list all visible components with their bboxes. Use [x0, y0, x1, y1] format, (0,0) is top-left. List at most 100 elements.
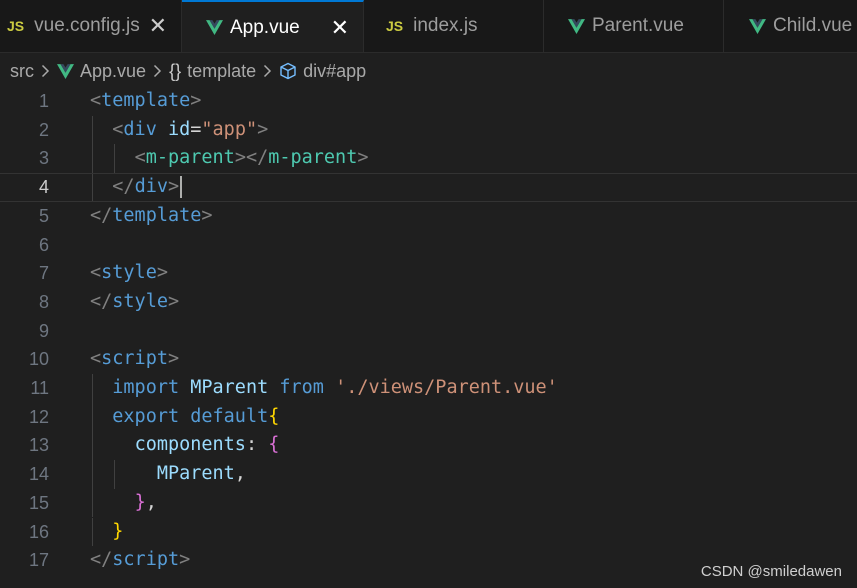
- code-text: <script>: [90, 345, 179, 374]
- vue-file-icon: [57, 63, 74, 79]
- line-number: 16: [28, 521, 49, 542]
- code-line[interactable]: 12 export default{: [0, 402, 857, 432]
- code-token: style: [101, 262, 157, 284]
- code-token: ,: [234, 463, 246, 485]
- line-number: 14: [28, 464, 49, 485]
- breadcrumb-file-app-vue[interactable]: App.vue: [57, 61, 146, 82]
- cube-icon: [279, 62, 297, 80]
- code-line[interactable]: 11 import MParent from './views/Parent.v…: [0, 374, 857, 403]
- code-text: <m-parent></m-parent>: [90, 144, 369, 173]
- tab-label: Parent.vue: [592, 15, 684, 36]
- code-token: m-parent: [145, 147, 235, 169]
- code-token: >: [167, 290, 180, 312]
- line-number: 3: [38, 148, 49, 169]
- code-token: :: [245, 434, 269, 456]
- code-token: {: [268, 434, 280, 456]
- tab-index-js[interactable]: JS index.js: [364, 0, 544, 52]
- code-line[interactable]: 13 components: {: [0, 431, 857, 461]
- breadcrumb-template[interactable]: {} template: [169, 61, 256, 82]
- line-number: 12: [28, 406, 49, 427]
- code-token: ></: [234, 147, 269, 169]
- code-token: >: [357, 147, 369, 169]
- code-token: >: [167, 176, 180, 198]
- code-line[interactable]: 10 <script>: [0, 345, 857, 374]
- chevron-right-icon: [153, 64, 162, 78]
- code-token: =: [190, 118, 202, 140]
- code-token: m-parent: [268, 147, 358, 169]
- code-token: >: [201, 204, 213, 226]
- code-text: <template>: [90, 87, 201, 116]
- line-number: 10: [28, 349, 49, 370]
- code-token: export: [112, 405, 180, 427]
- code-token: >: [190, 90, 202, 111]
- code-token: }: [134, 491, 146, 513]
- tab-vue-config-js[interactable]: JS vue.config.js ✕: [0, 0, 182, 52]
- code-text: <div id="app">: [90, 116, 268, 145]
- code-token: './views/Parent.vue': [335, 377, 558, 398]
- code-line[interactable]: 16 }: [0, 517, 857, 547]
- tab-app-vue[interactable]: App.vue ✕: [182, 0, 364, 52]
- close-icon[interactable]: ✕: [149, 15, 167, 37]
- code-line[interactable]: 6: [0, 231, 857, 260]
- watermark: CSDN @smiledawen: [700, 563, 842, 580]
- code-token: ,: [145, 491, 157, 513]
- breadcrumb-element-label: div#app: [303, 60, 367, 81]
- code-line[interactable]: 15 },: [0, 488, 857, 518]
- line-number: 9: [38, 320, 49, 341]
- code-token: <: [90, 348, 102, 370]
- breadcrumb-element[interactable]: div#app: [279, 61, 366, 82]
- code-line[interactable]: 5 </template>: [0, 202, 857, 231]
- vue-file-icon: [568, 18, 585, 34]
- code-token: template: [101, 90, 191, 111]
- code-token: import: [112, 377, 180, 398]
- code-editor[interactable]: 1 <template> 2 <div id="app"> 3 <m-parent><…: [0, 87, 857, 588]
- code-token: >: [257, 118, 269, 140]
- text-cursor: [180, 176, 183, 199]
- line-number: 2: [38, 119, 49, 140]
- code-token: default: [190, 405, 269, 427]
- code-token: script: [112, 549, 180, 571]
- tab-child-vue[interactable]: Child.vue: [724, 0, 857, 52]
- tab-label: App.vue: [230, 16, 300, 38]
- code-line[interactable]: 3 <m-parent></m-parent>: [0, 144, 857, 174]
- line-number: 5: [38, 205, 49, 226]
- code-text: },: [90, 489, 157, 518]
- code-token: template: [112, 204, 202, 226]
- code-token: components: [134, 434, 246, 456]
- code-token: }: [112, 520, 124, 542]
- tab-parent-vue[interactable]: Parent.vue: [544, 0, 724, 52]
- code-token: >: [156, 262, 168, 284]
- breadcrumb-folder-src[interactable]: src: [10, 61, 34, 82]
- close-icon[interactable]: ✕: [331, 16, 349, 39]
- code-token: MParent: [190, 377, 269, 398]
- code-line[interactable]: 9: [0, 317, 857, 346]
- vue-file-icon: [749, 18, 766, 34]
- code-line[interactable]: 1 <template>: [0, 87, 857, 116]
- line-number: 13: [28, 435, 49, 456]
- code-line[interactable]: 14 MParent,: [0, 460, 857, 489]
- chevron-right-icon: [263, 64, 272, 78]
- code-token: </: [90, 290, 113, 312]
- code-token: script: [101, 348, 168, 370]
- code-line[interactable]: 4 </div>: [0, 173, 857, 202]
- tab-label: vue.config.js: [34, 15, 140, 36]
- code-token: <: [90, 90, 102, 111]
- code-line[interactable]: 7 <style>: [0, 259, 857, 288]
- code-text: import MParent from './views/Parent.vue': [90, 374, 558, 403]
- code-token: {: [268, 405, 280, 427]
- line-number: 6: [38, 234, 49, 255]
- code-text: <style>: [90, 259, 168, 288]
- code-line[interactable]: 8 </style>: [0, 288, 857, 317]
- code-line[interactable]: 2 <div id="app">: [0, 115, 857, 145]
- code-text: MParent,: [90, 460, 246, 489]
- code-token: style: [112, 290, 168, 312]
- braces-icon: {}: [169, 60, 182, 81]
